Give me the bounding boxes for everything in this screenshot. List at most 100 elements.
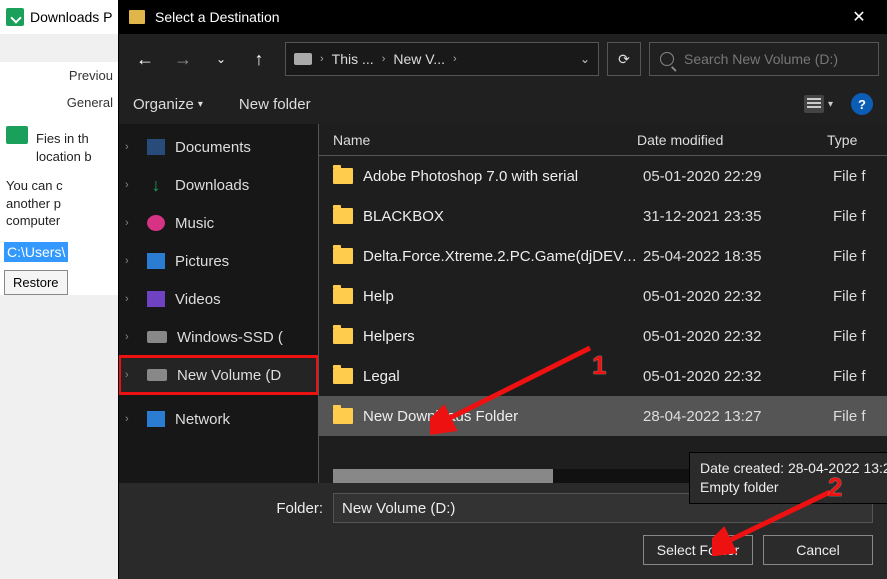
drv-icon	[147, 331, 167, 343]
row-date: 31-12-2021 23:35	[643, 208, 833, 225]
row-name: Legal	[363, 368, 643, 385]
chevron-right-icon[interactable]: ›	[125, 369, 137, 381]
row-name: Helpers	[363, 328, 643, 345]
sidebar-item-videos[interactable]: ›Videos	[119, 280, 318, 318]
nav-history-dropdown[interactable]: ⌄	[211, 49, 231, 69]
sidebar-item-label: Music	[175, 215, 312, 232]
table-row[interactable]: Adobe Photoshop 7.0 with serial05-01-202…	[319, 156, 887, 196]
dl-icon: ↓	[147, 177, 165, 193]
view-options[interactable]: ▾	[804, 95, 833, 113]
drv-icon	[147, 369, 167, 381]
cancel-button[interactable]: Cancel	[763, 535, 873, 565]
restore-button[interactable]: Restore	[4, 270, 68, 295]
folder-icon	[333, 248, 353, 264]
file-list: Name Date modified Type Adobe Photoshop …	[319, 124, 887, 483]
chevron-right-icon: ›	[382, 53, 386, 65]
sidebar: › Documents › ↓ Downloads › Music › Pictures ›Vid…	[119, 124, 319, 483]
folder-icon	[333, 328, 353, 344]
table-row[interactable]: Legal05-01-2020 22:32File f	[319, 356, 887, 396]
nav-forward[interactable]: →	[173, 49, 193, 69]
bg-title: Downloads P	[30, 9, 113, 25]
folder-icon	[333, 288, 353, 304]
chevron-right-icon[interactable]: ›	[125, 293, 137, 305]
row-name: New Downloads Folder	[363, 408, 643, 425]
bg-desc: You can c another p computer	[4, 173, 119, 234]
path-dropdown-icon[interactable]: ⌄	[580, 52, 590, 66]
table-row[interactable]: Help05-01-2020 22:32File f	[319, 276, 887, 316]
table-row[interactable]: BLACKBOX31-12-2021 23:35File f	[319, 196, 887, 236]
downloads-icon	[6, 8, 24, 26]
row-date: 05-01-2020 22:32	[643, 288, 833, 305]
background-window: Downloads P Previou General Fies in th l…	[0, 0, 120, 579]
sidebar-item-network[interactable]: › Network	[119, 400, 318, 438]
close-button[interactable]: ✕	[837, 2, 881, 32]
sidebar-item-windows-ssd-[interactable]: › Windows-SSD (	[119, 318, 318, 356]
row-date: 05-01-2020 22:32	[643, 328, 833, 345]
row-date: 05-01-2020 22:29	[643, 168, 833, 185]
drive-icon	[294, 53, 312, 65]
sidebar-item-label: Documents	[175, 139, 312, 156]
list-view-icon	[804, 95, 824, 113]
mus-icon	[147, 215, 165, 231]
sidebar-item-pictures[interactable]: › Pictures	[119, 242, 318, 280]
col-name[interactable]: Name	[333, 132, 637, 148]
row-type: File f	[833, 248, 887, 265]
folder-icon	[129, 10, 145, 24]
row-type: File f	[833, 408, 887, 425]
net-icon	[147, 411, 165, 427]
col-date[interactable]: Date modified	[637, 132, 827, 148]
folder-download-icon	[6, 126, 28, 144]
chevron-right-icon[interactable]: ›	[125, 255, 137, 267]
chevron-right-icon[interactable]: ›	[125, 179, 137, 191]
row-type: File f	[833, 288, 887, 305]
chevron-right-icon[interactable]: ›	[125, 217, 137, 229]
chevron-right-icon: ›	[320, 53, 324, 65]
path-input[interactable]: C:\Users\	[4, 242, 68, 262]
column-headers[interactable]: Name Date modified Type	[319, 124, 887, 156]
row-name: Help	[363, 288, 643, 305]
select-folder-button[interactable]: Select Folder	[643, 535, 753, 565]
folder-icon	[333, 368, 353, 384]
folder-icon	[333, 168, 353, 184]
chevron-right-icon[interactable]: ›	[125, 331, 137, 343]
help-icon[interactable]: ?	[851, 93, 873, 115]
row-date: 05-01-2020 22:32	[643, 368, 833, 385]
row-type: File f	[833, 328, 887, 345]
row-date: 25-04-2022 18:35	[643, 248, 833, 265]
nav-up[interactable]: ↑	[249, 49, 269, 69]
folder-icon	[333, 408, 353, 424]
sidebar-item-label: Downloads	[175, 177, 312, 194]
vid-icon	[147, 291, 165, 307]
doc-icon	[147, 139, 165, 155]
sidebar-item-label: Windows-SSD (	[177, 329, 312, 346]
table-row[interactable]: Helpers05-01-2020 22:32File f	[319, 316, 887, 356]
new-folder-button[interactable]: New folder	[239, 96, 311, 113]
organize-menu[interactable]: Organize▾	[133, 96, 203, 113]
sidebar-item-music[interactable]: › Music	[119, 204, 318, 242]
tab-general[interactable]: General	[0, 89, 119, 116]
table-row[interactable]: Delta.Force.Xtreme.2.PC.Game(djDEVAST...…	[319, 236, 887, 276]
search-input[interactable]: Search New Volume (D:)	[649, 42, 879, 76]
tooltip: Date created: 28-04-2022 13:27 Empty fol…	[689, 452, 887, 504]
sidebar-item-label: Pictures	[175, 253, 312, 270]
refresh-button[interactable]: ⟳	[607, 42, 641, 76]
folder-label: Folder:	[133, 500, 323, 517]
sidebar-item-documents[interactable]: › Documents	[119, 128, 318, 166]
select-destination-dialog: Select a Destination ✕ ← → ⌄ ↑ › This ..…	[118, 0, 887, 579]
pic-icon	[147, 253, 165, 269]
sidebar-item-label: Network	[175, 411, 312, 428]
row-type: File f	[833, 208, 887, 225]
tab-previous[interactable]: Previou	[0, 62, 119, 89]
chevron-right-icon[interactable]: ›	[125, 141, 137, 153]
chevron-right-icon[interactable]: ›	[125, 413, 137, 425]
row-type: File f	[833, 368, 887, 385]
search-icon	[660, 52, 674, 66]
titlebar: Select a Destination ✕	[119, 0, 887, 34]
col-type[interactable]: Type	[827, 132, 887, 148]
sidebar-item-new-volume-d[interactable]: ›New Volume (D	[119, 356, 318, 394]
nav-back[interactable]: ←	[135, 49, 155, 69]
sidebar-item-downloads[interactable]: › ↓ Downloads	[119, 166, 318, 204]
breadcrumb[interactable]: › This ... › New V... › ⌄	[285, 42, 599, 76]
row-type: File f	[833, 168, 887, 185]
table-row[interactable]: New Downloads Folder28-04-2022 13:27File…	[319, 396, 887, 436]
